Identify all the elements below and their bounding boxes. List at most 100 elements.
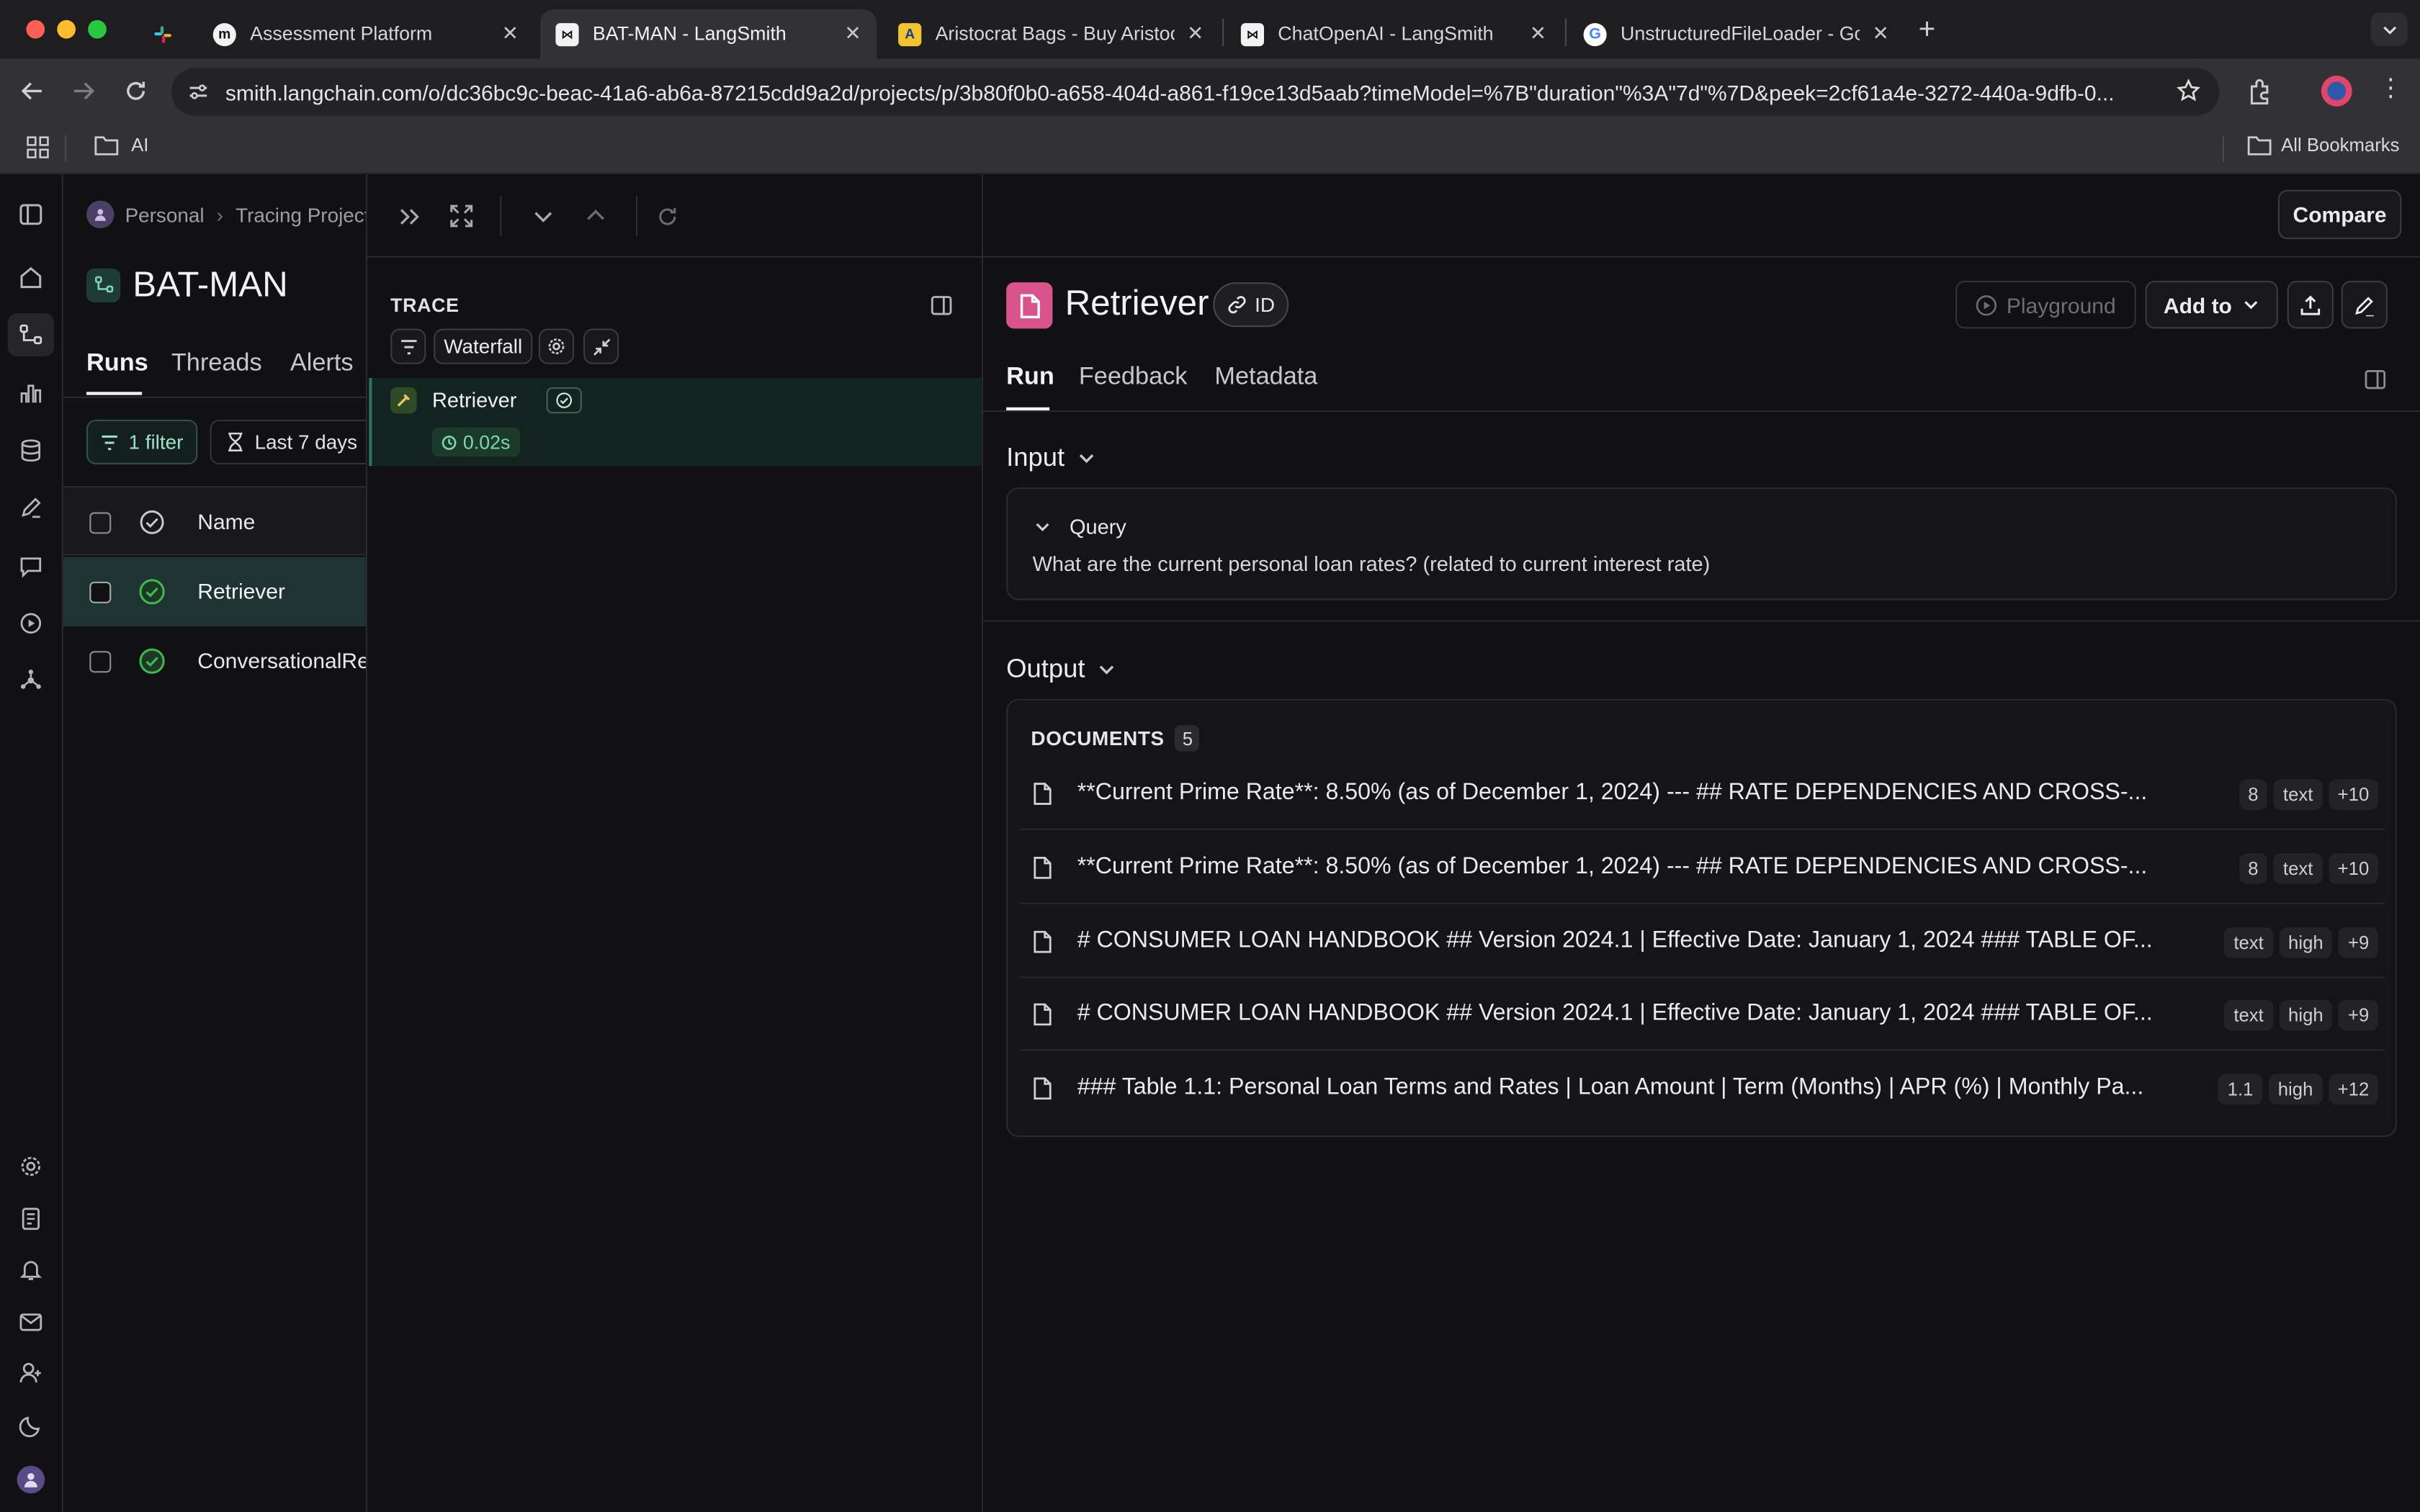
- metadata-more-chip[interactable]: +10: [2328, 853, 2379, 884]
- waterfall-toggle-button[interactable]: Waterfall: [434, 328, 533, 364]
- select-all-checkbox[interactable]: [89, 512, 112, 534]
- upload-icon: [2300, 294, 2321, 315]
- close-tab-icon[interactable]: ✕: [1530, 22, 1546, 46]
- tracing-projects-icon[interactable]: [7, 313, 54, 356]
- input-card: Query What are the current personal loan…: [1006, 487, 2397, 600]
- monitoring-icon[interactable]: [17, 379, 45, 408]
- browser-menu-icon[interactable]: ⋮: [2378, 74, 2403, 105]
- annotation-pencil-icon[interactable]: [17, 494, 45, 522]
- play-circle-icon: [1976, 294, 1997, 315]
- reload-button[interactable]: [120, 76, 151, 107]
- trace-node-retriever[interactable]: Retriever 0.02s: [369, 378, 982, 467]
- list-item[interactable]: **Current Prime Rate**: 8.50% (as of Dec…: [1020, 830, 2385, 904]
- docs-icon[interactable]: [17, 1205, 45, 1233]
- home-icon[interactable]: [17, 264, 45, 292]
- close-tab-icon[interactable]: ✕: [1872, 22, 1888, 46]
- share-button[interactable]: [2287, 281, 2334, 329]
- time-range-button[interactable]: Last 7 days: [210, 419, 366, 464]
- status-check-icon: [140, 510, 164, 534]
- copy-id-button[interactable]: ID: [1213, 282, 1289, 328]
- filter-button[interactable]: 1 filter: [86, 419, 198, 464]
- bookmark-folder-ai[interactable]: AI: [94, 134, 148, 156]
- list-item[interactable]: ### Table 1.1: Personal Loan Terms and R…: [1020, 1050, 2384, 1125]
- window-zoom-button[interactable]: [88, 19, 107, 39]
- toggle-details-panel-icon[interactable]: [2365, 369, 2386, 390]
- metadata-more-chip[interactable]: +10: [2328, 779, 2379, 810]
- datasets-icon[interactable]: [17, 436, 45, 464]
- collapse-all-button[interactable]: [583, 328, 619, 364]
- query-value: What are the current personal loan rates…: [1032, 552, 1711, 576]
- tab-search-button[interactable]: [2370, 12, 2408, 47]
- row-checkbox[interactable]: [89, 651, 112, 673]
- browser-tab-aristocrat[interactable]: A Aristocrat Bags - Buy Aristocr ✕: [883, 9, 1219, 59]
- browser-tab-assessment[interactable]: m Assessment Platform ✕: [197, 9, 534, 59]
- playground-button[interactable]: Playground: [1955, 281, 2136, 329]
- metadata-chip: high: [2279, 927, 2333, 958]
- output-section-toggle[interactable]: Output: [1006, 654, 1116, 685]
- document-preview: ### Table 1.1: Personal Loan Terms and R…: [1077, 1074, 2144, 1100]
- metadata-more-chip[interactable]: +9: [2339, 927, 2379, 958]
- user-avatar-icon[interactable]: [17, 1465, 45, 1494]
- metadata-more-chip[interactable]: +12: [2328, 1074, 2379, 1105]
- breadcrumb-section[interactable]: Tracing Projects: [236, 203, 366, 226]
- trace-filter-button[interactable]: [390, 328, 426, 364]
- mail-icon[interactable]: [17, 1308, 45, 1336]
- tab-alerts[interactable]: Alerts: [290, 350, 354, 378]
- address-bar[interactable]: smith.langchain.com/o/dc36bc9c-beac-41a6…: [171, 68, 2220, 116]
- bookmark-star-icon[interactable]: [2176, 78, 2200, 103]
- annotate-button[interactable]: [2341, 281, 2388, 329]
- tab-threads[interactable]: Threads: [171, 350, 262, 378]
- back-button[interactable]: [17, 76, 48, 107]
- chevron-down-icon: [1099, 665, 1114, 675]
- theme-moon-icon[interactable]: [17, 1412, 45, 1440]
- document-preview: # CONSUMER LOAN HANDBOOK ## Version 2024…: [1077, 999, 2153, 1026]
- success-check-icon: [139, 579, 165, 605]
- playground-icon[interactable]: [17, 609, 45, 637]
- document-icon: [1034, 783, 1052, 805]
- breadcrumb-workspace[interactable]: Personal: [125, 203, 205, 226]
- all-bookmarks-button[interactable]: All Bookmarks: [2247, 134, 2399, 156]
- close-tab-icon[interactable]: ✕: [502, 22, 519, 46]
- tab-run[interactable]: Run: [1006, 364, 1054, 392]
- close-tab-icon[interactable]: ✕: [844, 22, 861, 46]
- row-checkbox[interactable]: [89, 581, 112, 603]
- input-section-toggle[interactable]: Input: [1006, 443, 1095, 474]
- query-field-toggle[interactable]: Query: [1034, 516, 1126, 539]
- metadata-more-chip[interactable]: +9: [2339, 999, 2379, 1031]
- tab-runs[interactable]: Runs: [86, 350, 148, 378]
- window-minimize-button[interactable]: [57, 19, 76, 39]
- trace-settings-button[interactable]: [538, 328, 575, 364]
- toggle-trace-panel-icon[interactable]: [931, 294, 952, 316]
- extensions-icon[interactable]: [2246, 77, 2274, 105]
- forward-button[interactable]: [68, 76, 99, 107]
- divider: [983, 410, 2420, 413]
- list-item[interactable]: # CONSUMER LOAN HANDBOOK ## Version 2024…: [1020, 978, 2385, 1051]
- settings-gear-icon[interactable]: [17, 1153, 45, 1181]
- profile-avatar[interactable]: [2321, 76, 2352, 107]
- list-item[interactable]: **Current Prime Rate**: 8.50% (as of Dec…: [1020, 757, 2385, 830]
- browser-tab-slack[interactable]: [136, 9, 192, 59]
- tab-metadata[interactable]: Metadata: [1214, 364, 1317, 392]
- new-tab-button[interactable]: +: [1919, 14, 1936, 48]
- google-icon: G: [1583, 22, 1607, 46]
- notifications-bell-icon[interactable]: [17, 1256, 45, 1284]
- apps-grid-icon[interactable]: [26, 136, 49, 159]
- tab-feedback[interactable]: Feedback: [1079, 364, 1188, 392]
- close-tab-icon[interactable]: ✕: [1187, 22, 1204, 46]
- deployments-icon[interactable]: [17, 667, 45, 695]
- list-item[interactable]: # CONSUMER LOAN HANDBOOK ## Version 2024…: [1020, 904, 2385, 978]
- table-row[interactable]: Retriever: [63, 557, 366, 626]
- browser-tab-unstructured[interactable]: G UnstructuredFileLoader - Goo ✕: [1568, 9, 1904, 59]
- site-settings-icon[interactable]: [187, 80, 210, 103]
- table-row[interactable]: ConversationalRetrievalChain: [63, 626, 366, 696]
- toggle-sidebar-icon[interactable]: [17, 201, 45, 229]
- browser-tab-batman[interactable]: ⋈ BAT-MAN - LangSmith ✕: [540, 9, 877, 59]
- add-to-button[interactable]: Add to: [2145, 281, 2278, 329]
- column-header-name[interactable]: Name: [197, 509, 255, 534]
- add-member-icon[interactable]: [17, 1359, 45, 1387]
- prompts-icon[interactable]: [17, 552, 45, 580]
- browser-toolbar: smith.langchain.com/o/dc36bc9c-beac-41a6…: [0, 58, 2420, 124]
- browser-tab-chatopenai[interactable]: ⋈ ChatOpenAI - LangSmith ✕: [1225, 9, 1561, 59]
- document-preview: # CONSUMER LOAN HANDBOOK ## Version 2024…: [1077, 927, 2153, 954]
- window-close-button[interactable]: [26, 19, 45, 39]
